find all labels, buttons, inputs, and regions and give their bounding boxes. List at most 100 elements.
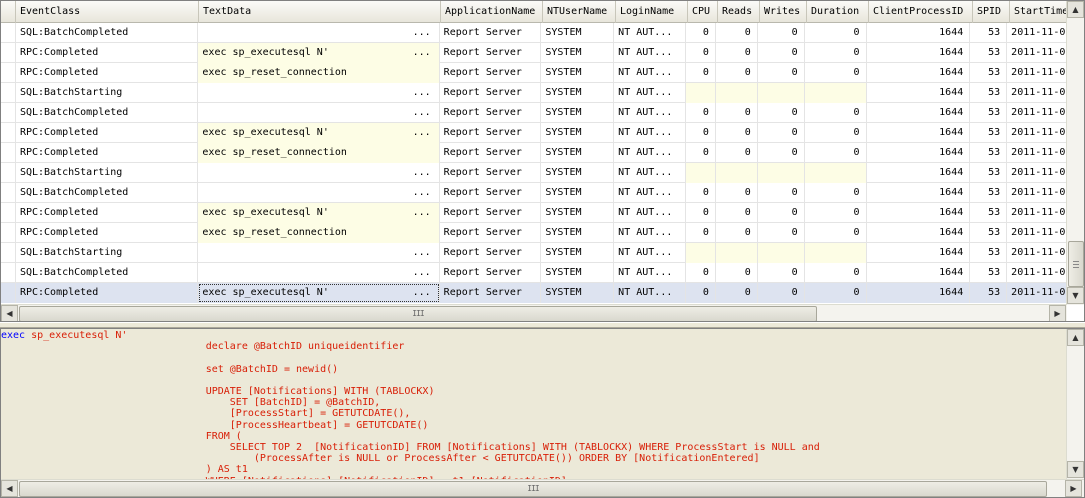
cell-login: NT AUT...: [614, 183, 686, 203]
cell-start: 2011-11-0: [1007, 143, 1067, 163]
column-header[interactable]: Writes: [760, 1, 807, 23]
grid-header: EventClass TextData ApplicationName NTUserN…: [1, 1, 1070, 23]
cell-ellipsis: ...: [412, 187, 431, 198]
table-row[interactable]: RPC:Completed exec sp_reset_connection Rep…: [1, 223, 1067, 243]
column-header[interactable]: StartTime: [1010, 1, 1070, 23]
column-header[interactable]: Reads: [718, 1, 760, 23]
cell-text-value: exec sp_reset_connection: [202, 227, 347, 238]
table-row[interactable]: SQL:BatchCompleted... Report Server SYSTEM…: [1, 183, 1067, 203]
cell-cpid: 1644: [867, 223, 971, 243]
code-line: UPDATE [Notifications] WITH (TABLOCKX): [1, 386, 1067, 397]
cell-ellipsis: ...: [412, 207, 431, 218]
detail-vertical-scrollbar[interactable]: ▲ ▼: [1066, 329, 1084, 479]
cell-text: exec sp_reset_connection: [198, 143, 440, 163]
scroll-right-icon[interactable]: ▶: [1049, 305, 1066, 321]
cell-writes: 0: [758, 143, 805, 163]
cell-cpid: 1644: [867, 143, 971, 163]
horizontal-scroll-thumb[interactable]: III: [19, 306, 817, 321]
scroll-down-icon[interactable]: ▼: [1067, 287, 1084, 304]
row-gutter: [1, 283, 16, 303]
scroll-up-icon[interactable]: ▲: [1067, 329, 1084, 346]
cell-text: exec sp_executesql N'...: [198, 123, 440, 143]
cell-writes: 0: [758, 183, 805, 203]
cell-duration: 0: [805, 123, 867, 143]
cell-cpid: 1644: [866, 283, 971, 303]
cell-spid: 53: [970, 83, 1008, 103]
code-line: [ProcessHeartbeat] = GETUTCDATE(): [1, 420, 1067, 431]
vertical-scroll-thumb[interactable]: [1068, 241, 1084, 287]
cell-cpid: 1644: [867, 23, 971, 43]
sql-text[interactable]: exec sp_executesql N' declare @BatchID u…: [1, 329, 1067, 479]
table-row[interactable]: RPC:Completed exec sp_executesql N'... Rep…: [1, 123, 1067, 143]
cell-text-value: exec sp_reset_connection: [202, 67, 347, 78]
cell-event: SQL:BatchCompleted: [16, 103, 199, 123]
column-header[interactable]: ApplicationName: [441, 1, 543, 23]
cell-start: 2011-11-0: [1007, 103, 1067, 123]
cell-text-value: exec sp_executesql N': [202, 127, 329, 138]
column-header[interactable]: LoginName: [616, 1, 688, 23]
row-gutter: [1, 123, 16, 143]
table-row[interactable]: RPC:Completed exec sp_executesql N'... Rep…: [1, 203, 1067, 223]
table-row[interactable]: SQL:BatchCompleted... Report Server SYSTEM…: [1, 103, 1067, 123]
row-gutter: [1, 43, 16, 63]
table-row[interactable]: RPC:Completed exec sp_executesql N'... Rep…: [1, 43, 1067, 63]
cell-cpid: 1644: [867, 263, 971, 283]
code-line: exec sp_executesql N': [1, 330, 1067, 341]
row-gutter: [1, 83, 16, 103]
cell-login: NT AUT...: [614, 223, 686, 243]
row-gutter: [1, 223, 16, 243]
column-header[interactable]: Duration: [807, 1, 869, 23]
cell-spid: 53: [970, 283, 1008, 303]
cell-text: ...: [198, 23, 440, 43]
scroll-left-icon[interactable]: ◀: [1, 480, 18, 497]
code-line: set @BatchID = newid(): [1, 364, 1067, 375]
cell-reads: 0: [716, 103, 758, 123]
column-header[interactable]: EventClass: [16, 1, 199, 23]
cell-start: 2011-11-0: [1007, 23, 1067, 43]
cell-ellipsis: ...: [412, 167, 431, 178]
table-row[interactable]: SQL:BatchStarting... Report Server SYSTEM N…: [1, 83, 1067, 103]
cell-duration: [804, 243, 867, 263]
cell-cpu: 0: [686, 263, 716, 283]
table-row[interactable]: RPC:Completed exec sp_reset_connection Rep…: [1, 63, 1067, 83]
cell-writes: 0: [758, 23, 805, 43]
table-row[interactable]: SQL:BatchCompleted... Report Server SYSTEM…: [1, 23, 1067, 43]
grid-horizontal-scrollbar[interactable]: ◀ III ▶: [1, 304, 1067, 321]
table-row[interactable]: SQL:BatchStarting... Report Server SYSTEM N…: [1, 243, 1067, 263]
cell-spid: 53: [970, 243, 1008, 263]
cell-text: ...: [198, 183, 440, 203]
row-gutter: [1, 263, 16, 283]
scroll-up-icon[interactable]: ▲: [1067, 1, 1084, 18]
cell-app: Report Server: [440, 243, 542, 263]
scroll-left-icon[interactable]: ◀: [1, 305, 18, 321]
cell-ntuser: SYSTEM: [541, 203, 615, 223]
cell-reads: 0: [716, 123, 758, 143]
cell-duration: 0: [805, 43, 867, 63]
horizontal-scroll-thumb[interactable]: III: [19, 481, 1047, 497]
cell-event: RPC:Completed: [16, 143, 199, 163]
column-header[interactable]: CPU: [688, 1, 718, 23]
cell-event: SQL:BatchStarting: [16, 83, 199, 103]
cell-spid: 53: [970, 23, 1008, 43]
table-row[interactable]: SQL:BatchStarting... Report Server SYSTEM N…: [1, 163, 1067, 183]
column-header[interactable]: TextData: [199, 1, 441, 23]
scroll-down-icon[interactable]: ▼: [1067, 461, 1084, 478]
cell-text-value: exec sp_executesql N': [202, 207, 329, 218]
cell-cpu: 0: [686, 63, 716, 83]
column-header[interactable]: NTUserName: [543, 1, 616, 23]
column-header[interactable]: ClientProcessID: [869, 1, 973, 23]
cell-start: 2011-11-0: [1007, 43, 1067, 63]
table-row[interactable]: RPC:Completed exec sp_reset_connection Rep…: [1, 143, 1067, 163]
textdata-detail-pane[interactable]: exec sp_executesql N' declare @BatchID u…: [0, 328, 1085, 498]
grid-vertical-scrollbar[interactable]: ▲ ▼: [1066, 1, 1084, 305]
detail-horizontal-scrollbar[interactable]: ◀ III ▶: [1, 479, 1084, 497]
header-gutter[interactable]: [1, 1, 16, 23]
cell-app: Report Server: [440, 83, 542, 103]
scroll-right-icon[interactable]: ▶: [1065, 480, 1082, 497]
cell-ellipsis: ...: [412, 127, 431, 138]
table-row[interactable]: SQL:BatchCompleted... Report Server SYSTEM…: [1, 263, 1067, 283]
column-header[interactable]: SPID: [973, 1, 1010, 23]
trace-grid[interactable]: EventClass TextData ApplicationName NTUserN…: [0, 0, 1085, 322]
table-row[interactable]: RPC:Completed exec sp_executesql N'... Rep…: [1, 283, 1067, 303]
